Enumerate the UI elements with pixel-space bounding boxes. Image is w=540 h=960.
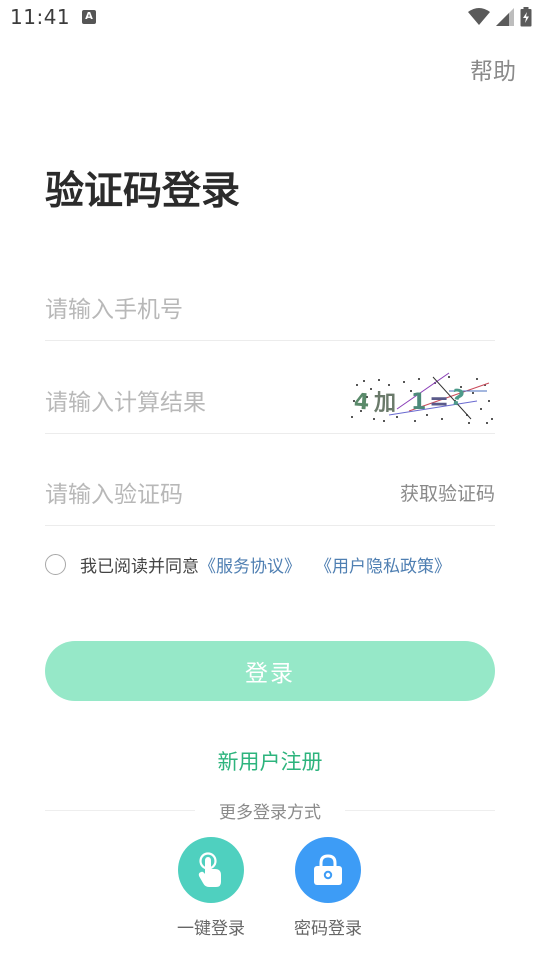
help-link[interactable]: 帮助 bbox=[470, 52, 516, 86]
captcha-char-4: = bbox=[429, 387, 449, 415]
login-button[interactable]: 登录 bbox=[45, 641, 495, 701]
captcha-char-5: ? bbox=[449, 385, 467, 412]
calc-field-row: 4 加 1 = ? bbox=[45, 371, 495, 434]
captcha-char-2: 加 bbox=[373, 391, 396, 416]
privacy-policy-link[interactable]: 《用户隐私政策》 bbox=[315, 552, 451, 577]
agreement-row: 我已阅读并同意 《服务协议》 《用户隐私政策》 bbox=[45, 551, 451, 577]
status-time: 11:41 bbox=[10, 5, 71, 29]
page-title: 验证码登录 bbox=[45, 169, 241, 214]
battery-icon bbox=[520, 7, 532, 27]
one-click-login-button[interactable] bbox=[178, 837, 244, 903]
phone-input[interactable] bbox=[45, 290, 345, 330]
more-methods-title: 更多登录方式 bbox=[219, 803, 321, 823]
agreement-text: 我已阅读并同意 bbox=[80, 556, 199, 577]
status-bar: 11:41 A bbox=[0, 0, 540, 36]
agreement-checkbox[interactable] bbox=[45, 553, 66, 575]
notification-a-icon: A bbox=[82, 10, 96, 24]
one-click-login-label: 一键登录 bbox=[177, 919, 245, 939]
verification-code-input[interactable] bbox=[45, 475, 345, 515]
register-link[interactable]: 新用户注册 bbox=[0, 746, 540, 776]
phone-field-row bbox=[45, 278, 495, 341]
password-login-button[interactable] bbox=[295, 837, 361, 903]
service-agreement-link[interactable]: 《服务协议》 bbox=[199, 552, 301, 577]
captcha-char-3: 1 bbox=[411, 390, 426, 415]
calc-result-input[interactable] bbox=[45, 383, 345, 423]
captcha-image[interactable]: 4 加 1 = ? bbox=[349, 371, 495, 427]
get-code-button[interactable]: 获取验证码 bbox=[400, 479, 495, 506]
system-icons bbox=[468, 6, 532, 28]
wifi-icon bbox=[468, 8, 490, 25]
captcha-char-1: 4 bbox=[353, 389, 370, 415]
password-login-label: 密码登录 bbox=[294, 919, 362, 939]
signal-icon bbox=[496, 8, 514, 26]
tap-hand-icon bbox=[198, 852, 221, 887]
code-field-row: 获取验证码 bbox=[45, 463, 495, 526]
lock-icon bbox=[314, 854, 342, 885]
